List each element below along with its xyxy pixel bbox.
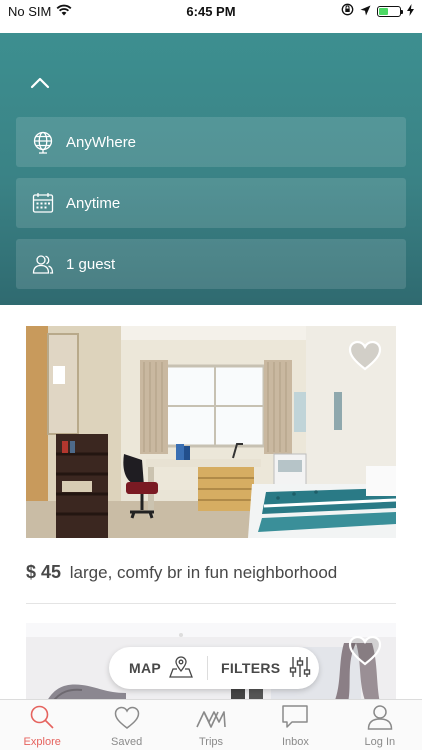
filters-label: FILTERS — [221, 660, 281, 676]
chevron-up-icon — [30, 76, 50, 94]
sliders-icon — [288, 656, 312, 681]
listing-name: large, comfy br in fun neighborhood — [69, 563, 338, 582]
carrier-label: No SIM — [8, 3, 52, 19]
search-header: AnyWhere Anytime 1 guest — [0, 33, 422, 305]
tab-inbox[interactable]: Inbox — [253, 700, 337, 750]
tab-label: Log In — [364, 736, 396, 748]
collapse-search-button[interactable] — [28, 75, 52, 95]
battery-cap — [401, 9, 403, 14]
status-right — [341, 3, 414, 19]
tab-log-in[interactable]: Log In — [338, 700, 422, 750]
guests-field[interactable]: 1 guest — [16, 239, 406, 289]
map-pin-icon — [169, 655, 193, 681]
listing-title[interactable]: $ 45 large, comfy br in fun neighborhood — [26, 562, 396, 583]
people-icon — [30, 251, 56, 277]
heart-icon — [114, 706, 140, 736]
tab-label: Trips — [198, 736, 224, 748]
map-label: MAP — [129, 660, 162, 676]
map-button[interactable]: MAP — [109, 647, 207, 689]
status-bar: No SIM 6:45 PM — [0, 0, 422, 22]
listing-divider — [26, 603, 396, 604]
battery-indicator — [377, 5, 403, 17]
map-filters-bar: MAP FILTERS — [109, 647, 319, 689]
location-arrow-icon — [360, 4, 371, 19]
globe-icon — [30, 129, 56, 155]
search-icon — [29, 704, 55, 736]
tab-explore[interactable]: Explore — [0, 700, 84, 750]
tab-label: Inbox — [281, 736, 309, 748]
listing-photo[interactable] — [26, 326, 396, 538]
orientation-lock-icon — [341, 3, 354, 19]
filters-button[interactable]: FILTERS — [208, 647, 312, 689]
save-listing-button[interactable] — [348, 635, 382, 667]
listing-card[interactable]: $ 45 large, comfy br in fun neighborhood — [26, 326, 396, 583]
trips-logo-icon — [196, 708, 226, 736]
tab-label: Explore — [23, 736, 61, 748]
status-left: No SIM — [8, 4, 72, 19]
tab-trips[interactable]: Trips — [169, 700, 253, 750]
guests-label: 1 guest — [66, 255, 116, 273]
location-label: AnyWhere — [66, 133, 137, 151]
wifi-icon — [56, 4, 72, 19]
heart-icon — [348, 340, 382, 376]
save-listing-button[interactable] — [348, 340, 382, 372]
user-icon — [367, 704, 393, 736]
dates-field[interactable]: Anytime — [16, 178, 406, 228]
clock: 6:45 PM — [186, 3, 236, 19]
location-field[interactable]: AnyWhere — [16, 117, 406, 167]
tab-label: Saved — [111, 736, 143, 748]
room-photo-illustration — [26, 326, 396, 538]
heart-icon — [348, 635, 382, 671]
listing-price: $ 45 — [26, 562, 62, 582]
tab-bar: Explore Saved Trips Inbox Log In — [0, 699, 422, 750]
charging-bolt-icon — [407, 3, 414, 19]
battery-fill — [379, 7, 388, 15]
dates-label: Anytime — [66, 194, 121, 212]
chat-bubble-icon — [281, 704, 309, 736]
calendar-icon — [30, 190, 56, 216]
tab-saved[interactable]: Saved — [84, 700, 168, 750]
